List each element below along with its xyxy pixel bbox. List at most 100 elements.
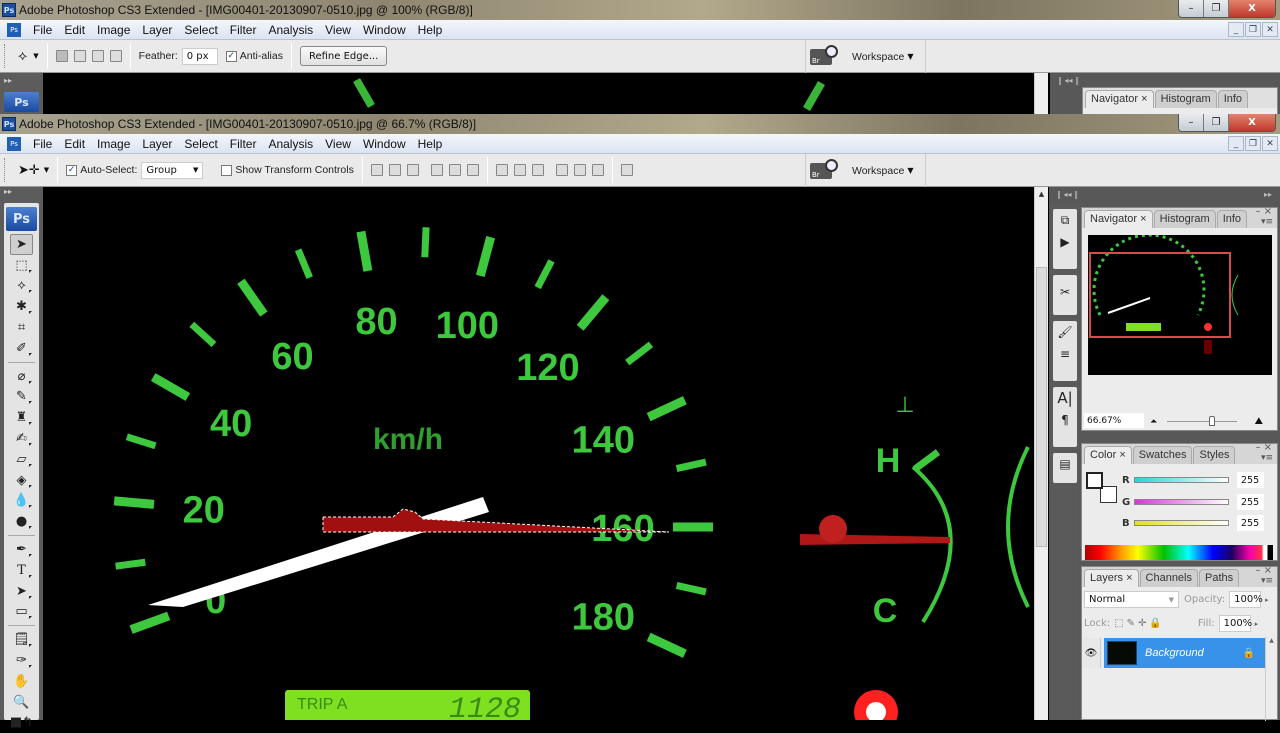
bridge-icon[interactable]: Br [810, 158, 838, 179]
navigator-view-box[interactable] [1089, 252, 1231, 338]
move-tool-icon[interactable]: ➤✛ [18, 163, 40, 178]
eraser-tool[interactable]: ▱ [4, 449, 39, 470]
fill-input[interactable]: 100% [1218, 615, 1252, 632]
menu-layer[interactable]: Layer [136, 23, 178, 37]
path-selection-tool[interactable]: ➤ [4, 581, 39, 602]
minimize-button[interactable]: – [1179, 114, 1204, 131]
show-transform-checkbox[interactable] [221, 164, 233, 176]
green-value-input[interactable]: 255 [1237, 494, 1264, 510]
scroll-up-icon[interactable]: ▲ [1035, 190, 1048, 198]
antialias-checkbox[interactable]: ✓ [225, 50, 237, 62]
tab-info[interactable]: Info [1216, 210, 1248, 228]
bridge-icon[interactable]: Br [810, 44, 838, 65]
tab-paths[interactable]: Paths [1199, 569, 1240, 587]
tab-channels[interactable]: Channels [1139, 569, 1198, 587]
panel-menu-icon[interactable]: ▾≡ [1261, 576, 1273, 586]
menu-view[interactable]: View [319, 23, 357, 37]
red-slider[interactable] [1134, 477, 1229, 483]
crop-tool[interactable]: ⌗ [4, 317, 39, 338]
navigator-thumbnail[interactable] [1088, 233, 1272, 375]
opacity-input[interactable]: 100% [1229, 591, 1263, 608]
menu-edit[interactable]: Edit [58, 137, 91, 151]
workspace-dropdown-icon[interactable]: ▼ [907, 52, 913, 61]
lock-transparent-icon[interactable]: ⬚ [1114, 618, 1123, 629]
color-spectrum-ramp[interactable] [1085, 545, 1273, 560]
menu-select[interactable]: Select [178, 23, 223, 37]
menu-file[interactable]: File [27, 137, 58, 151]
align-top-icon[interactable] [370, 164, 383, 176]
paint-bucket-tool[interactable]: ◈ [4, 470, 39, 491]
menu-file[interactable]: File [27, 23, 58, 37]
menu-select[interactable]: Select [178, 137, 223, 151]
red-value-input[interactable]: 255 [1237, 472, 1264, 488]
character-icon[interactable]: A| [1053, 387, 1077, 409]
menu-image[interactable]: Image [91, 23, 136, 37]
magic-wand-tool[interactable]: ✱ [4, 296, 39, 317]
back-title-bar[interactable]: Ps Adobe Photoshop CS3 Extended - [IMG00… [0, 0, 1280, 20]
menu-window[interactable]: Window [357, 137, 412, 151]
paragraph-icon[interactable]: ¶ [1053, 409, 1077, 431]
slider-knob[interactable] [1209, 416, 1215, 426]
panel-menu-icon[interactable]: ▾≡ [1261, 217, 1273, 227]
layer-name[interactable]: Background [1145, 647, 1204, 659]
lock-position-icon[interactable]: ✛ [1138, 618, 1146, 629]
intersect-selection-icon[interactable] [109, 50, 122, 62]
tab-styles[interactable]: Styles [1193, 446, 1236, 464]
menu-window[interactable]: Window [357, 23, 412, 37]
marquee-tool[interactable]: ⬚ [4, 255, 39, 276]
tab-histogram[interactable]: Histogram [1154, 90, 1217, 108]
auto-select-checkbox[interactable]: ✓ [66, 164, 78, 176]
navigator-zoom-slider[interactable] [1167, 416, 1237, 426]
lock-image-icon[interactable]: ✎ [1127, 618, 1135, 629]
tab-navigator[interactable]: Navigator × [1084, 210, 1153, 228]
align-vcenter-icon[interactable] [388, 164, 401, 176]
foreground-background-colors[interactable]: ■↰ [4, 713, 39, 733]
rectangle-tool[interactable]: ▭ [4, 602, 39, 623]
zoom-out-icon[interactable]: ⏶ [1150, 417, 1157, 427]
panel-minimize-close[interactable]: – × [1255, 565, 1272, 576]
document-icon[interactable]: Ps [7, 136, 21, 151]
lasso-tool[interactable]: ⟡ [4, 276, 39, 297]
align-left-icon[interactable] [430, 164, 443, 176]
tool-presets-icon[interactable]: ✂ [1053, 275, 1077, 309]
eyedropper-tool[interactable]: ✑ [4, 650, 39, 671]
menu-layer[interactable]: Layer [136, 137, 178, 151]
menu-image[interactable]: Image [91, 137, 136, 151]
menu-help[interactable]: Help [412, 23, 449, 37]
document-canvas[interactable]: 0 20 40 60 80 100 120 140 160 180 km/h H C ⊥ TRIP A 112… [43, 187, 1034, 720]
toolbox-expand-icon[interactable]: ▸▸ [0, 187, 43, 201]
tab-color[interactable]: Color × [1084, 446, 1132, 464]
align-bottom-icon[interactable] [406, 164, 419, 176]
menu-view[interactable]: View [319, 137, 357, 151]
layer-row[interactable]: 👁 Background 🔒 [1082, 637, 1265, 669]
hand-tool[interactable]: ✋ [4, 671, 39, 692]
menu-analysis[interactable]: Analysis [262, 137, 319, 151]
tab-navigator[interactable]: Navigator × [1085, 90, 1154, 108]
actions-icon[interactable]: ▶ [1053, 231, 1077, 253]
layer-comps-icon[interactable]: ▤ [1053, 453, 1077, 475]
scrollbar-thumb[interactable] [1036, 267, 1047, 547]
doc-minimize-button[interactable]: _ [1228, 22, 1244, 37]
workspace-button[interactable]: Workspace [852, 165, 904, 177]
spot-healing-tool[interactable]: ⌀ [4, 366, 39, 387]
auto-select-dropdown[interactable]: Group ▼ [141, 161, 204, 179]
lock-all-icon[interactable]: 🔒 [1149, 618, 1161, 629]
menu-filter[interactable]: Filter [224, 23, 263, 37]
align-right-icon[interactable] [466, 164, 479, 176]
blue-slider[interactable] [1134, 520, 1229, 526]
distribute-top-icon[interactable] [495, 164, 508, 176]
options-grip[interactable] [4, 158, 8, 182]
menu-help[interactable]: Help [412, 137, 449, 151]
distribute-left-icon[interactable] [555, 164, 568, 176]
tab-info[interactable]: Info [1217, 90, 1249, 108]
doc-close-button[interactable]: ✕ [1262, 136, 1278, 151]
minimize-button[interactable]: – [1179, 0, 1204, 17]
panel-minimize-close[interactable]: – × [1255, 442, 1272, 453]
tab-histogram[interactable]: Histogram [1153, 210, 1216, 228]
distribute-bottom-icon[interactable] [531, 164, 544, 176]
tab-swatches[interactable]: Swatches [1132, 446, 1193, 464]
blur-tool[interactable]: 💧 [4, 491, 39, 512]
front-title-bar[interactable]: Ps Adobe Photoshop CS3 Extended - [IMG00… [0, 114, 1280, 134]
doc-restore-button[interactable]: ❐ [1245, 22, 1261, 37]
distribute-hcenter-icon[interactable] [573, 164, 586, 176]
